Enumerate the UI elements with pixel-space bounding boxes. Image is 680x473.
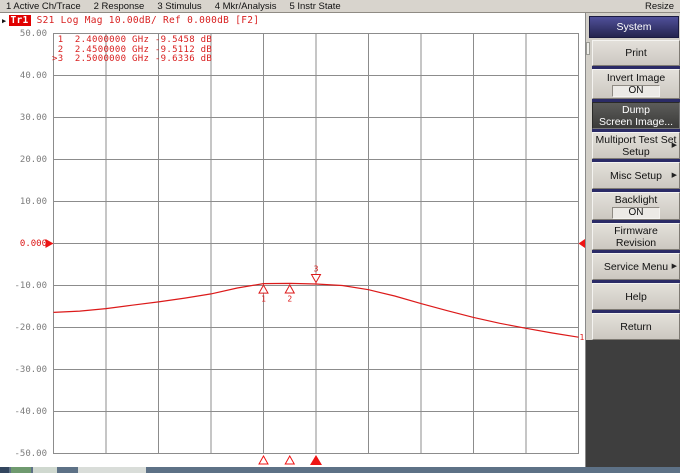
plot-svg: 1 1 2 3 [45,33,585,465]
taskbar-window-button[interactable] [78,467,146,473]
marker-readout: 1 2.4000000 GHz -9.5458 dB 2 2.4500000 G… [52,35,213,65]
y-axis-label: -10.00 [14,280,47,291]
softkey-help[interactable]: Help [592,283,680,310]
y-axis-label: 0.000 [19,238,47,249]
taskbar-left-fragment [0,467,9,473]
softkey-label: Return [620,320,652,333]
trace-settings-label[interactable]: S21 Log Mag 10.00dB/ Ref 0.000dB [F2] [37,15,260,26]
softkey-menu-title: System [589,16,679,38]
softkey-dump-screen-image[interactable]: Dump Screen Image... [592,102,680,129]
start-button-fragment[interactable] [11,467,31,473]
panel-dead-area [586,340,680,467]
marker-1-icon[interactable] [258,284,269,294]
y-axis-label: -40.00 [14,406,47,417]
softkey-backlight[interactable]: Backlight ON [592,192,680,220]
menu-item-instr-state[interactable]: 5 Instr State [289,1,340,12]
marker-3-number: 3 [314,264,319,273]
softkey-label: Service Menu [603,260,669,273]
softkey-toggle-value: ON [611,84,661,97]
marker-2-number: 2 [287,294,292,303]
menu-item-mkr-analysis[interactable]: 4 Mkr/Analysis [215,1,277,12]
menu-item-stimulus[interactable]: 3 Stimulus [157,1,201,12]
y-axis-label: 30.00 [19,112,47,123]
stimulus-marker-2-icon[interactable] [284,454,296,465]
taskbar [0,467,680,473]
softkey-list: System Print Invert Image ON Dump Screen Ima… [586,13,680,340]
softkey-label: Multiport Test Set [595,133,677,146]
softkey-panel: System Print Invert Image ON Dump Screen Ima… [585,13,680,467]
trace-end-label: 1 [580,333,585,342]
softkey-label: Revision [615,236,657,249]
y-axis-label: -20.00 [14,322,47,333]
softkey-label: Misc Setup [610,169,662,182]
menu-items: 1 Active Ch/Trace 2 Response 3 Stimulus 4 M… [6,1,354,12]
y-axis-label: -50.00 [14,448,47,459]
marker-1-number: 1 [261,295,266,304]
trace-status-bar[interactable]: ▶ Tr1 S21 Log Mag 10.00dB/ Ref 0.000dB [… [0,14,585,27]
taskbar-window-button[interactable] [33,467,57,473]
softkey-print[interactable]: Print [592,40,680,66]
menu-item-response[interactable]: 2 Response [94,1,145,12]
y-axis-label: 50.00 [19,28,47,39]
resize-button[interactable]: Resize [645,1,674,12]
submenu-arrow-icon: ▶ [671,171,677,179]
submenu-arrow-icon: ▶ [671,141,677,149]
trace-id-badge[interactable]: Tr1 [8,15,31,26]
submenu-arrow-icon: ▶ [671,262,677,270]
softkey-multiport-test-set-setup[interactable]: Multiport Test Set Setup ▶ [592,132,680,159]
stimulus-marker-3-icon[interactable] [310,455,322,465]
softkey-toggle-value: ON [611,206,661,219]
softkey-gutter-handle[interactable] [586,42,590,55]
y-axis-label: 20.00 [19,154,47,165]
y-axis-label: -30.00 [14,364,47,375]
softkey-label: Setup [622,145,650,158]
y-axis-label: 40.00 [19,70,47,81]
softkey-firmware-revision[interactable]: Firmware Revision [592,223,680,250]
softkey-label: Print [625,47,647,59]
softkey-return[interactable]: Return [592,313,680,340]
marker-readout-row: >3 2.5000000 GHz -9.6336 dB [52,54,213,64]
softkey-label: Help [625,290,647,303]
softkey-label: Firmware [614,224,658,237]
softkey-label: Dump [621,103,650,116]
marker-3-icon[interactable] [310,273,322,284]
stimulus-marker-1-icon[interactable] [258,454,269,465]
softkey-misc-setup[interactable]: Misc Setup ▶ [592,162,680,189]
softkey-service-menu[interactable]: Service Menu ▶ [592,253,680,280]
menu-item-active-ch-trace[interactable]: 1 Active Ch/Trace [6,1,81,12]
menu-bar: 1 Active Ch/Trace 2 Response 3 Stimulus 4 M… [0,0,680,13]
softkey-label: Invert Image [606,71,666,84]
softkey-label: Screen Image... [598,115,674,128]
active-trace-arrow-icon: ▶ [2,16,7,25]
softkey-label: Backlight [614,193,658,206]
softkey-invert-image[interactable]: Invert Image ON [592,69,680,99]
graph-area: 1 1 2 3 50.00 40.00 30.00 20.00 10.00 0.000 -10.0… [0,27,585,467]
marker-2-icon[interactable] [284,283,296,294]
y-axis-label: 10.00 [19,196,47,207]
